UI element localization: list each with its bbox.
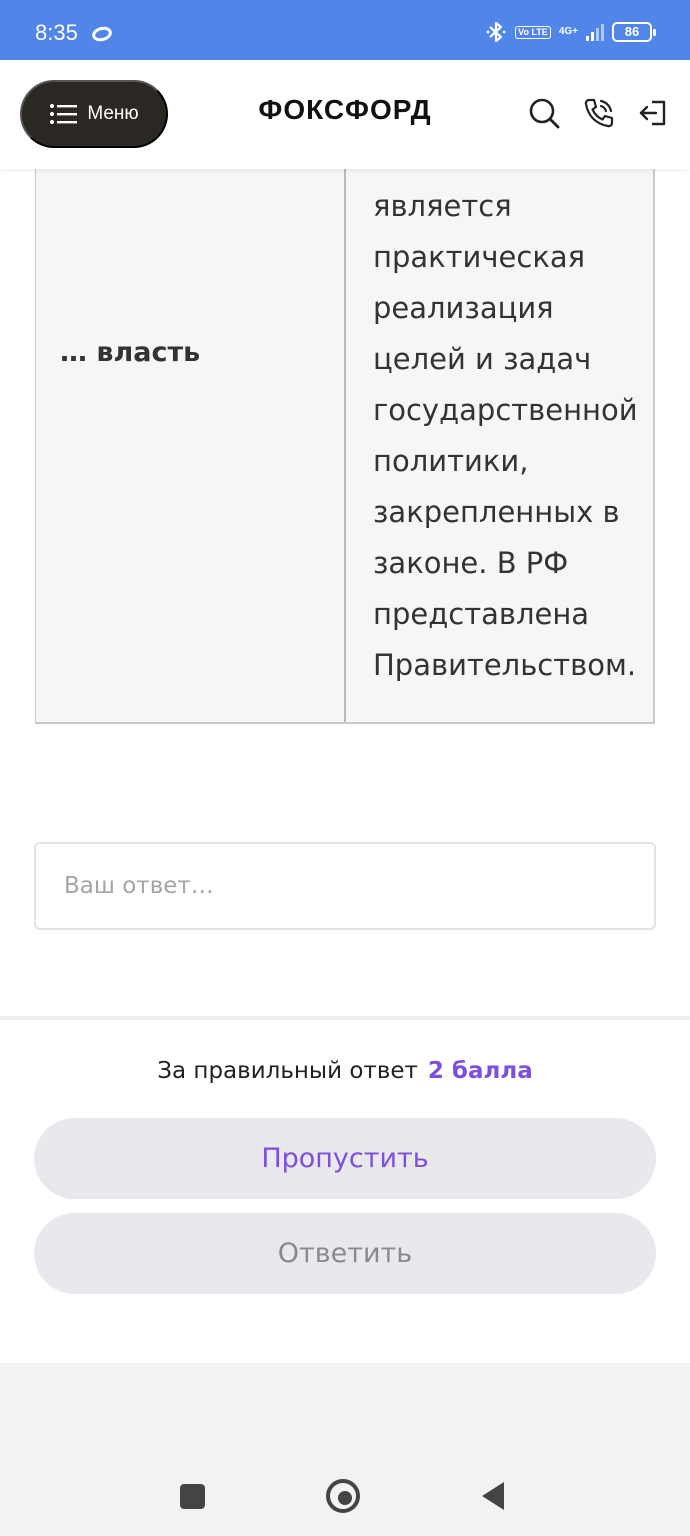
signal-icon	[586, 23, 604, 41]
question-table: … власть является практическая реализаци…	[35, 169, 655, 724]
status-bar: 8:35 Vo LTE 4G+ 86	[0, 0, 690, 60]
bluetooth-icon	[486, 21, 506, 43]
table-cell-right-text: является практическая реализация целей и…	[373, 189, 638, 682]
app-header: Меню ФОКСФОРД	[0, 60, 690, 169]
home-button[interactable]	[326, 1479, 360, 1513]
divider	[0, 1016, 690, 1020]
points-info: За правильный ответ 2 балла	[0, 1058, 690, 1084]
phone-icon[interactable]	[582, 96, 616, 130]
skip-button[interactable]: Пропустить	[34, 1118, 656, 1199]
recent-apps-button[interactable]	[180, 1484, 205, 1509]
points-value: 2 балла	[427, 1058, 533, 1084]
table-cell-left: … власть	[36, 169, 346, 722]
status-icons: Vo LTE 4G+ 86	[485, 20, 656, 44]
network-type: 4G+	[558, 26, 578, 37]
sync-icon	[90, 24, 114, 44]
points-label: За правильный ответ	[157, 1058, 418, 1084]
home-icon	[338, 1491, 352, 1505]
table-cell-left-text: … власть	[60, 337, 201, 368]
search-icon[interactable]	[527, 96, 561, 130]
status-time: 8:35	[35, 20, 78, 45]
volte-badge: Vo LTE	[515, 25, 551, 39]
back-button[interactable]	[482, 1482, 504, 1510]
answer-input[interactable]	[34, 842, 656, 930]
battery-icon: 86	[612, 22, 656, 42]
answer-button[interactable]: Ответить	[34, 1213, 656, 1294]
login-icon[interactable]	[637, 96, 671, 130]
